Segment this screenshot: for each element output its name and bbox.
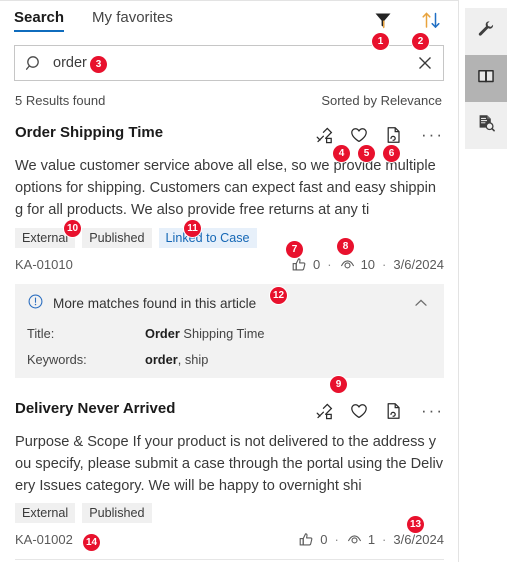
close-icon[interactable]	[415, 53, 435, 73]
like-count: 0	[313, 256, 321, 272]
annotation-badge-7: 7	[286, 241, 303, 258]
annotation-badge-6: 6	[383, 145, 400, 162]
header-actions	[372, 9, 442, 31]
annotation-badge-11: 11	[184, 220, 201, 237]
rail-button-document-search[interactable]	[464, 102, 507, 149]
article-snippet[interactable]: We value customer service above all else…	[15, 155, 444, 222]
tab-my-favorites[interactable]: My favorites	[92, 9, 173, 32]
search-bar-wrap: order	[0, 41, 458, 81]
thumbs-up-icon[interactable]	[298, 531, 315, 548]
article-footer: KA-01010 0 · 10 · 3/6/2024	[15, 256, 444, 273]
annotation-badge-3: 3	[90, 56, 107, 73]
article-header: Order Shipping Time ···	[15, 124, 444, 146]
match-field-value: order, ship	[145, 352, 208, 367]
view-count: 1	[367, 532, 376, 548]
article-number[interactable]: KA-01010	[15, 257, 73, 272]
article-stats: 0 · 10 · 3/6/2024	[291, 256, 444, 273]
document-search-icon	[475, 112, 497, 139]
article-title[interactable]: Order Shipping Time	[15, 124, 163, 141]
knowledge-search-app: Search My favorites order 5 Results foun…	[0, 0, 512, 562]
heart-icon[interactable]	[349, 125, 369, 145]
right-rail	[458, 0, 512, 562]
filter-icon[interactable]	[372, 9, 394, 31]
article-header: Delivery Never Arrived ···	[15, 400, 444, 422]
unlink-icon[interactable]	[315, 125, 335, 145]
match-field-label: Keywords:	[27, 351, 87, 367]
copy-link-document-icon[interactable]	[383, 125, 403, 145]
more-options-icon[interactable]: ···	[417, 402, 444, 419]
stat-separator: ·	[382, 532, 387, 548]
article-date: 3/6/2024	[393, 256, 444, 272]
stat-separator: ·	[327, 256, 332, 272]
rail-button-tools[interactable]	[464, 8, 507, 55]
info-icon	[27, 293, 44, 315]
more-matches-header[interactable]: More matches found in this article	[27, 293, 432, 315]
match-field-label: Title:	[27, 325, 55, 341]
article-tags: External Published	[15, 503, 444, 524]
tag-published: Published	[82, 227, 152, 248]
match-highlight: Order	[145, 325, 180, 341]
chevron-up-icon[interactable]	[412, 294, 430, 312]
copy-link-document-icon[interactable]	[383, 401, 403, 421]
article-number[interactable]: KA-01002	[15, 532, 73, 547]
search-input[interactable]: order	[14, 45, 444, 81]
article-card[interactable]: Delivery Never Arrived ··· Purpose & Sco…	[0, 378, 458, 549]
book-icon	[475, 65, 497, 92]
search-input-value: order	[53, 55, 87, 71]
thumbs-up-icon[interactable]	[291, 256, 308, 273]
unlink-icon[interactable]	[315, 401, 335, 421]
annotation-badge-9: 9	[330, 376, 347, 393]
article-action-icons: ···	[315, 124, 444, 145]
like-count: 0	[320, 532, 328, 548]
tag-published: Published	[82, 503, 152, 524]
annotation-badge-13: 13	[407, 516, 424, 533]
heart-icon[interactable]	[349, 401, 369, 421]
article-card[interactable]: Order Shipping Time ··· We value custome…	[0, 108, 458, 273]
annotation-badge-12: 12	[270, 287, 287, 304]
more-matches-row: Keywords: order, ship	[27, 352, 432, 367]
search-main-pane: Search My favorites order 5 Results foun…	[0, 0, 458, 562]
stat-separator: ·	[382, 256, 387, 272]
wrench-icon	[475, 18, 497, 45]
tab-search[interactable]: Search	[14, 9, 65, 32]
more-matches-panel: More matches found in this article Title…	[15, 283, 444, 378]
annotation-badge-5: 5	[358, 145, 375, 162]
results-count: 5 Results found	[15, 93, 106, 108]
match-rest: , ship	[177, 351, 209, 367]
article-footer: KA-01002 0 · 1 · 3/6/2024	[15, 531, 444, 548]
stat-separator: ·	[334, 532, 339, 548]
annotation-badge-10: 10	[64, 220, 81, 237]
tag-external: External	[15, 503, 76, 524]
sort-ascending-descending-icon[interactable]	[420, 9, 442, 31]
list-divider	[15, 559, 444, 561]
annotation-badge-14: 14	[83, 534, 100, 551]
tag-linked-to-case[interactable]: Linked to Case	[158, 227, 257, 248]
article-date: 3/6/2024	[393, 532, 444, 548]
sort-order-label[interactable]: Sorted by Relevance	[321, 93, 442, 108]
article-snippet[interactable]: Purpose & Scope If your product is not d…	[15, 431, 444, 498]
more-matches-row: Title: Order Shipping Time	[27, 326, 432, 341]
view-count: 10	[360, 256, 376, 272]
results-meta-row: 5 Results found Sorted by Relevance	[0, 81, 458, 108]
article-action-icons: ···	[315, 400, 444, 421]
more-options-icon[interactable]: ···	[417, 126, 444, 143]
more-matches-label: More matches found in this article	[53, 296, 257, 312]
article-stats: 0 · 1 · 3/6/2024	[298, 531, 444, 548]
rail-button-knowledge[interactable]	[464, 55, 507, 102]
match-highlight: order	[145, 351, 178, 367]
views-eye-icon	[346, 531, 363, 548]
article-title[interactable]: Delivery Never Arrived	[15, 400, 175, 417]
annotation-badge-4: 4	[333, 145, 350, 162]
annotation-badge-2: 2	[412, 33, 429, 50]
match-rest: Shipping Time	[179, 325, 265, 341]
views-eye-icon	[339, 256, 356, 273]
annotation-badge-1: 1	[372, 33, 389, 50]
search-icon	[25, 54, 44, 73]
annotation-badge-8: 8	[337, 238, 354, 255]
match-field-value: Order Shipping Time	[145, 326, 265, 341]
